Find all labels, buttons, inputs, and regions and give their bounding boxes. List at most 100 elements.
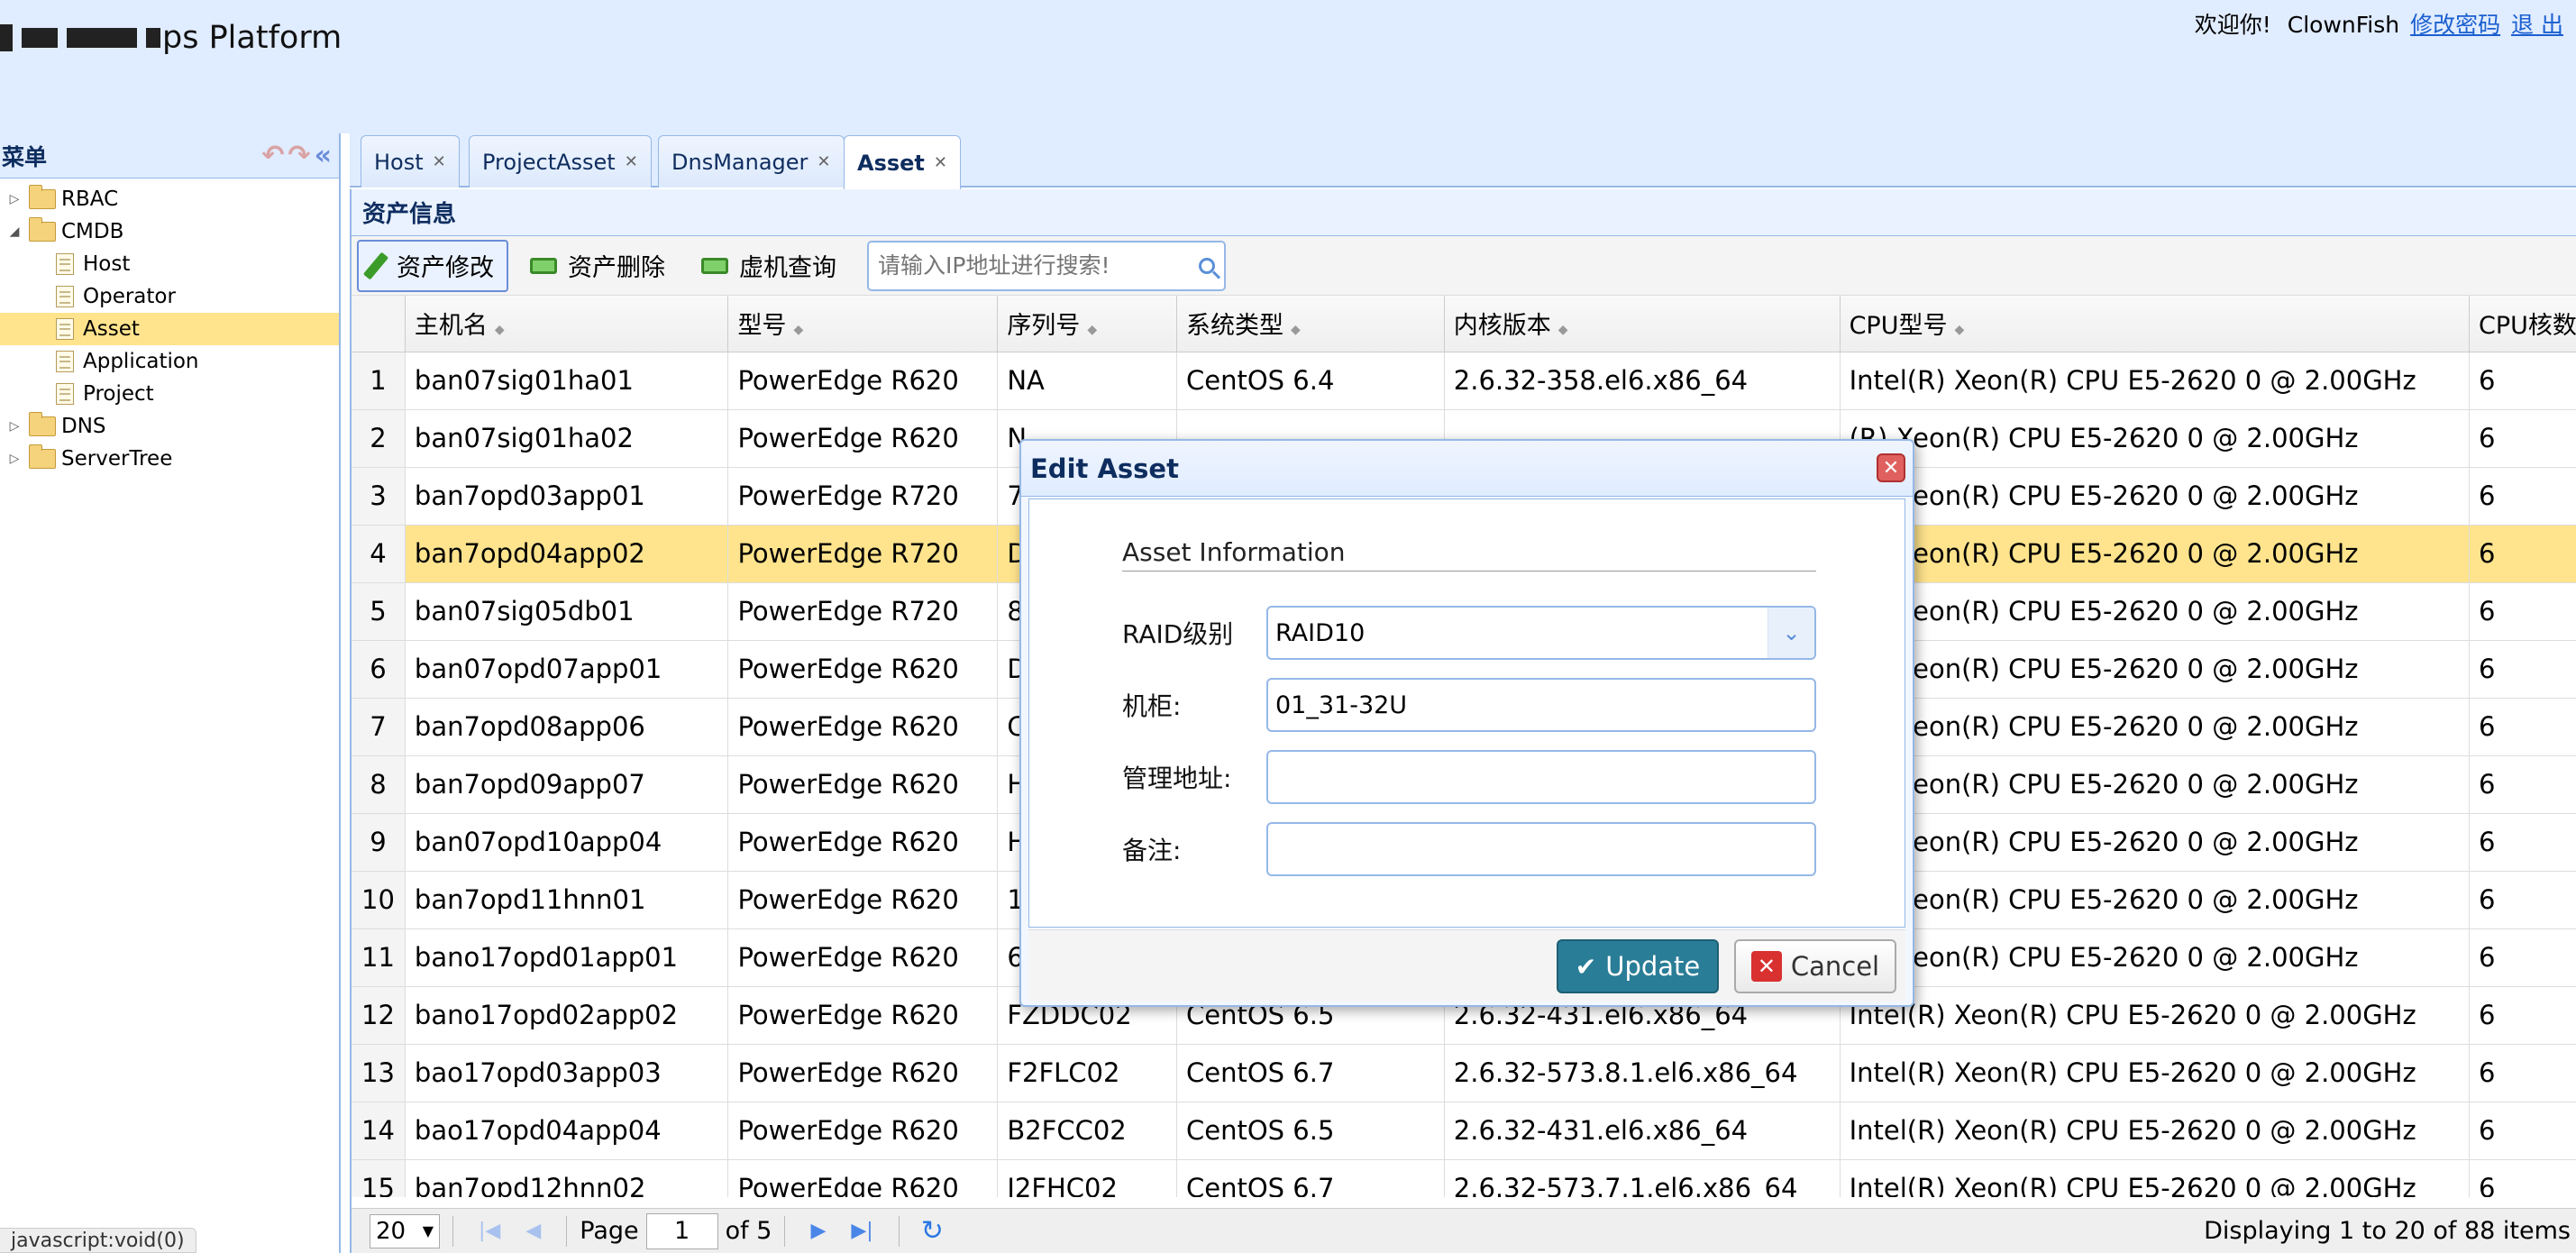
menu-item-operator[interactable]: Operator (0, 280, 339, 313)
sort-icon[interactable]: ◆ (1291, 323, 1301, 337)
table-row[interactable]: 13 bao17opd03app03 PowerEdge R620 F2FLC02 Ce… (352, 1044, 2576, 1102)
collapsed-icon[interactable]: ▷ (7, 192, 22, 206)
table-cell: 6 (2469, 1102, 2576, 1160)
refresh-icon[interactable]: ↻ (921, 1215, 944, 1247)
column-header-model[interactable]: 型号 ◆ (727, 296, 999, 352)
edit-asset-button[interactable]: 资产修改 (357, 239, 508, 292)
table-cell: 6 (2469, 640, 2576, 699)
tab-dnsmanager[interactable]: DnsManager ✕ (658, 135, 845, 187)
tab-host[interactable]: Host ✕ (361, 135, 460, 187)
tab-projectasset[interactable]: ProjectAsset ✕ (469, 135, 652, 187)
cancel-button[interactable]: ✕ Cancel (1734, 939, 1896, 993)
first-page-icon[interactable]: |◀ (479, 1220, 500, 1242)
sort-icon[interactable]: ◆ (495, 323, 505, 337)
raid-value: RAID10 (1275, 618, 1366, 647)
table-cell: ban07opd10app04 (405, 813, 729, 872)
table-cell: ban7opd04app02 (405, 525, 729, 583)
table-cell: ban7opd12hnn02 (405, 1159, 729, 1197)
expanded-icon[interactable]: ◢ (7, 224, 22, 239)
column-header-cpu-model[interactable]: CPU型号 ◆ (1840, 296, 2471, 352)
file-icon (56, 383, 74, 405)
update-button[interactable]: ✔ Update (1557, 939, 1719, 993)
close-icon[interactable]: ✕ (433, 152, 446, 171)
check-icon: ✔ (1575, 951, 1597, 982)
raid-select[interactable]: RAID10 ⌄ (1266, 606, 1816, 660)
raid-label: RAID级别 (1122, 619, 1234, 649)
close-icon[interactable]: ✕ (934, 153, 947, 172)
column-header-cpu-cores[interactable]: CPU核数 (2469, 296, 2576, 352)
close-icon[interactable]: ✕ (625, 152, 638, 171)
app-title: ps Platform (162, 20, 343, 56)
menu-item-project[interactable]: Project (0, 378, 339, 410)
table-cell: 6 (2469, 871, 2576, 929)
table-row[interactable]: 14 bao17opd04app04 PowerEdge R620 B2FCC02 Ce… (352, 1102, 2576, 1160)
sort-icon[interactable]: ◆ (793, 323, 803, 337)
table-cell: F2FLC02 (997, 1044, 1177, 1102)
page-size-select[interactable]: 20 ▼ (370, 1213, 440, 1248)
menu-item-asset[interactable]: Asset (0, 313, 339, 345)
edit-asset-dialog: Edit Asset ✕ Asset Information RAID级别 RA… (1019, 439, 1914, 1007)
close-icon[interactable]: ✕ (1877, 453, 1905, 482)
sort-icon[interactable]: ◆ (1558, 323, 1568, 337)
delete-asset-label: 资产删除 (568, 254, 665, 282)
logout-link[interactable]: 退 出 (2511, 12, 2563, 38)
vm-query-button[interactable]: 虚机查询 (687, 240, 851, 292)
row-number: 5 (352, 582, 406, 641)
column-header-serial[interactable]: 序列号 ◆ (997, 296, 1177, 352)
collapse-icon[interactable]: « (315, 140, 332, 171)
section-divider (1122, 571, 1816, 572)
panel-title: 资产信息 (352, 189, 2576, 236)
table-cell: ban7opd08app06 (405, 698, 729, 756)
menu-item-cmdb[interactable]: ◢ CMDB (0, 215, 339, 248)
table-row[interactable]: 1 ban07sig01ha01 PowerEdge R620 NA CentOS 6.… (352, 352, 2576, 410)
last-page-icon[interactable]: ▶| (851, 1220, 872, 1242)
chevron-down-icon: ▼ (422, 1222, 434, 1239)
row-number: 9 (352, 813, 406, 872)
table-cell: ban07sig01ha02 (405, 409, 729, 468)
page-number-input[interactable]: 1 (645, 1212, 718, 1249)
menu-item-dns[interactable]: ▷ DNS (0, 410, 339, 443)
table-cell: PowerEdge R620 (727, 698, 999, 756)
change-password-link[interactable]: 修改密码 (2410, 12, 2500, 38)
column-label: 内核版本 (1453, 312, 1551, 341)
column-header-kernel[interactable]: 内核版本 ◆ (1444, 296, 1841, 352)
remark-input[interactable] (1266, 822, 1816, 876)
next-page-icon[interactable]: ▶ (810, 1220, 826, 1242)
table-cell: PowerEdge R620 (727, 986, 999, 1045)
table-cell: PowerEdge R720 (727, 525, 999, 583)
sort-icon[interactable]: ◆ (1087, 323, 1097, 337)
prev-page-icon[interactable]: ◀ (525, 1220, 541, 1242)
table-cell: 6 (2469, 1044, 2576, 1102)
table-row[interactable]: 15 ban7opd12hnn02 PowerEdge R620 J2FHC02 Cen… (352, 1159, 2576, 1197)
table-cell: 6 (2469, 755, 2576, 814)
close-icon[interactable]: ✕ (817, 152, 830, 171)
table-cell: CentOS 6.5 (1176, 1102, 1445, 1160)
search-icon[interactable] (1199, 257, 1215, 274)
cabinet-input[interactable]: 01_31-32U (1266, 678, 1816, 732)
row-number: 2 (352, 409, 406, 468)
menu-item-host[interactable]: Host (0, 248, 339, 280)
table-cell: (R) Xeon(R) CPU E5-2620 0 @ 2.00GHz (1840, 755, 2471, 814)
menu-item-rbac[interactable]: ▷ RBAC (0, 183, 339, 215)
ip-search-input[interactable] (878, 252, 1199, 279)
menu-item-application[interactable]: Application (0, 345, 339, 378)
column-header-hostname[interactable]: 主机名 ◆ (405, 296, 729, 352)
tab-label: DnsManager (671, 149, 808, 175)
table-cell: PowerEdge R620 (727, 871, 999, 929)
delete-asset-button[interactable]: 资产删除 (516, 240, 680, 292)
collapsed-icon[interactable]: ▷ (7, 419, 22, 434)
undo-icon[interactable]: ↶ (261, 140, 284, 171)
mgmt-address-input[interactable] (1266, 750, 1816, 804)
tab-label: Host (374, 149, 424, 175)
row-number: 11 (352, 928, 406, 987)
remove-icon (530, 257, 557, 274)
row-number: 4 (352, 525, 406, 583)
redo-icon[interactable]: ↷ (288, 140, 310, 171)
table-cell: (R) Xeon(R) CPU E5-2620 0 @ 2.00GHz (1840, 640, 2471, 699)
menu-item-servertree[interactable]: ▷ ServerTree (0, 443, 339, 475)
chevron-down-icon[interactable]: ⌄ (1768, 608, 1814, 658)
column-header-os[interactable]: 系统类型 ◆ (1176, 296, 1445, 352)
sort-icon[interactable]: ◆ (1954, 323, 1964, 337)
collapsed-icon[interactable]: ▷ (7, 452, 22, 466)
tab-asset[interactable]: Asset ✕ (844, 135, 961, 189)
